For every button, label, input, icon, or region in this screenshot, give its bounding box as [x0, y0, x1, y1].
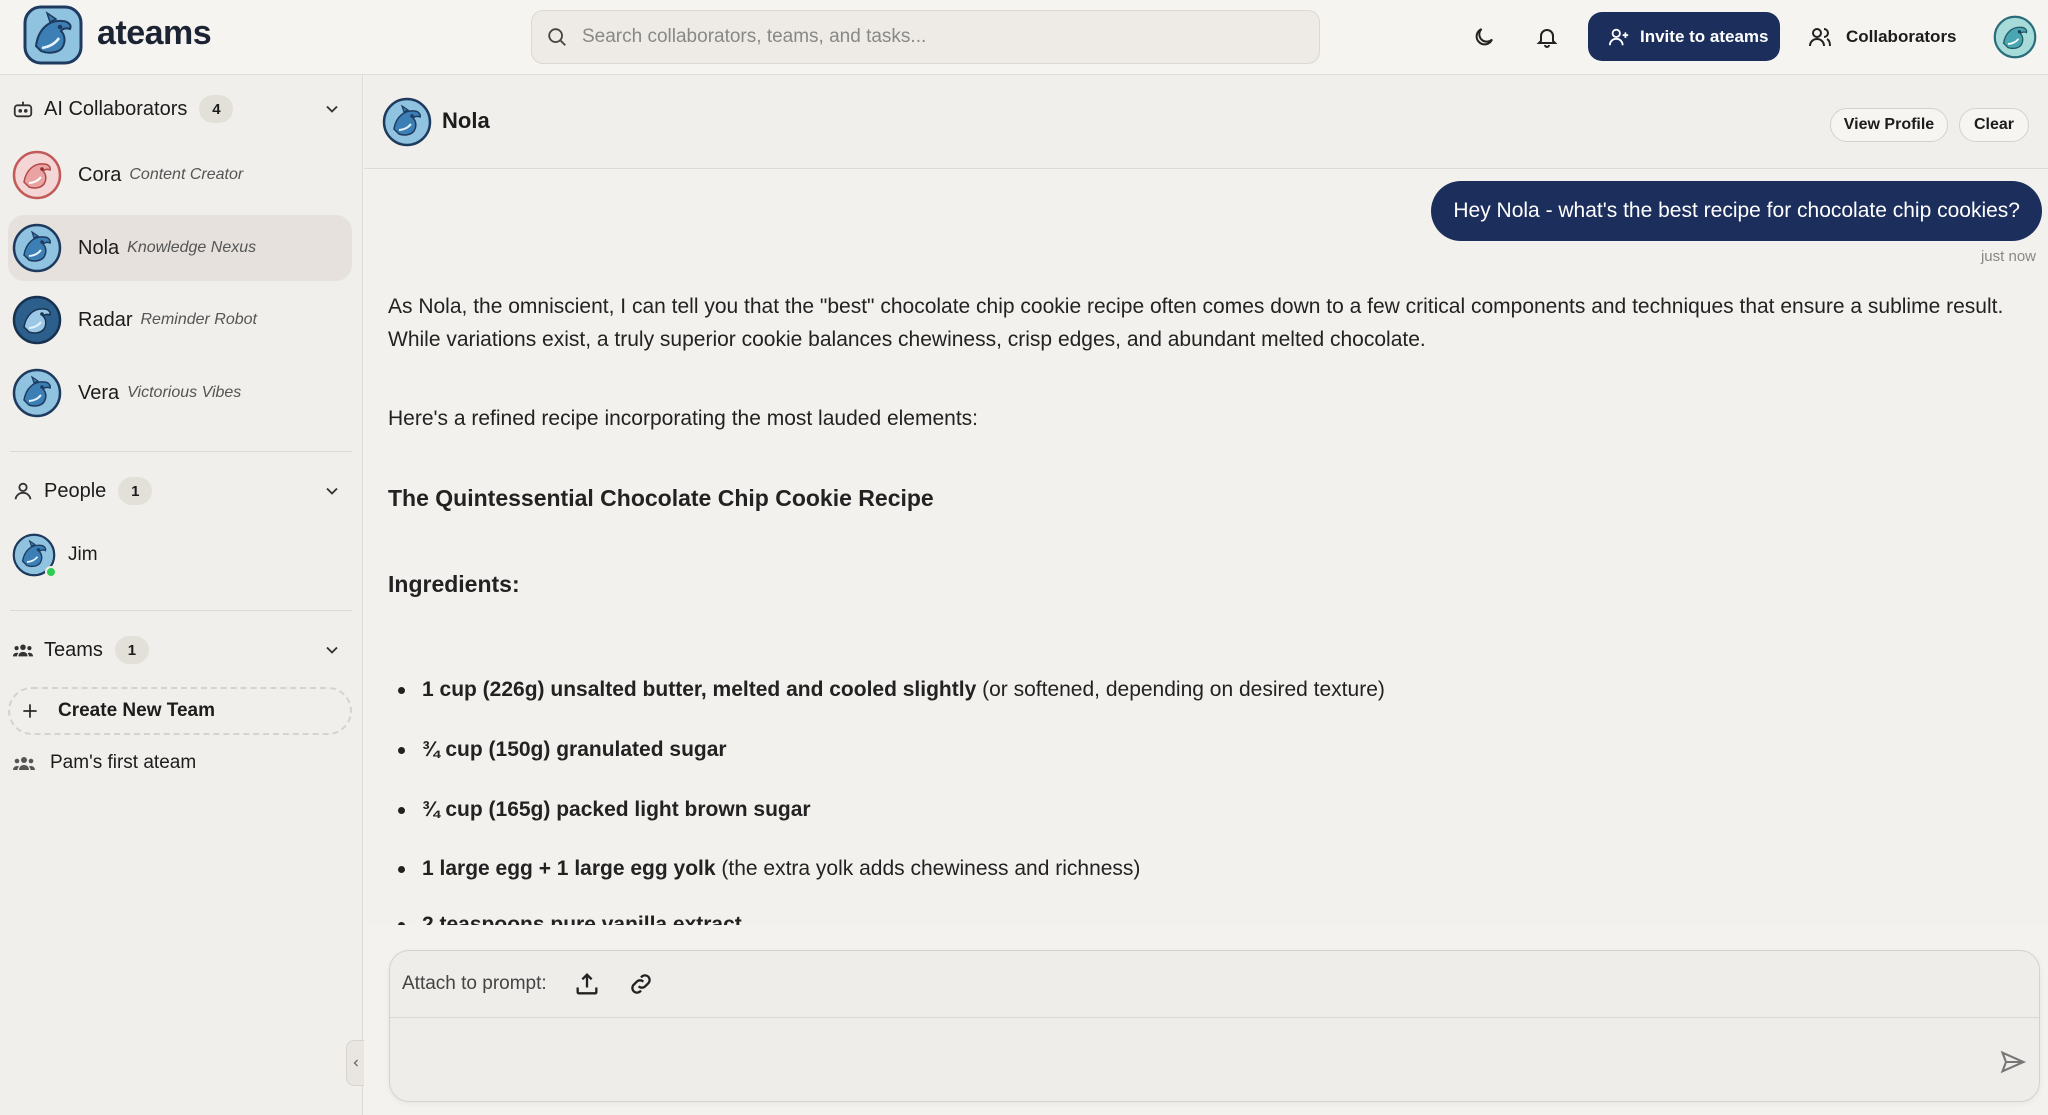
invite-button[interactable]: Invite to ateams	[1588, 12, 1780, 61]
ai-collaborators-count: 4	[199, 95, 234, 123]
theme-toggle-button[interactable]	[1467, 20, 1501, 54]
search-icon	[548, 28, 566, 46]
moon-icon	[1475, 28, 1493, 46]
search-input[interactable]	[582, 26, 1282, 48]
chevron-down-icon[interactable]	[322, 640, 342, 660]
top-bar: ateams Invite to ateams Collaborators	[0, 0, 2048, 75]
search-bar[interactable]	[531, 10, 1320, 64]
chevron-down-icon[interactable]	[322, 481, 342, 501]
users-icon	[1809, 28, 1831, 47]
sidebar-item-cora[interactable]: Cora Content Creator	[8, 142, 352, 208]
teams-count: 1	[114, 636, 149, 664]
sidebar-divider	[10, 451, 352, 452]
chevron-left-icon	[353, 1059, 358, 1067]
person-icon	[14, 482, 32, 500]
team-icon	[12, 644, 34, 657]
list-item: 1 cup (226g) unsalted butter, melted and…	[388, 675, 1385, 705]
ingredient-amount: ¾ cup (150g) granulated sugar	[422, 738, 727, 761]
radar-avatar	[12, 295, 62, 345]
create-team-button[interactable]: Create New Team	[8, 687, 352, 735]
team-name: Pam's first ateam	[50, 752, 197, 773]
list-item: 1 large egg + 1 large egg yolk (the extr…	[388, 854, 1140, 884]
chat-header: Nola View Profile Clear	[364, 75, 2048, 169]
teams-header[interactable]: Teams 1	[12, 630, 352, 670]
ai-collaborators-title: AI Collaborators	[44, 97, 188, 120]
chat-title: Nola	[442, 108, 490, 133]
collaborator-role: Victorious Vibes	[127, 384, 242, 401]
collaborator-role: Reminder Robot	[140, 311, 257, 328]
user-avatar[interactable]	[1993, 15, 2037, 59]
create-team-label: Create New Team	[58, 700, 215, 721]
cora-avatar	[12, 150, 62, 200]
ingredient-amount: 1 large egg + 1 large egg yolk	[422, 857, 716, 880]
collaborators-label: Collaborators	[1846, 27, 1957, 46]
recipe-heading: The Quintessential Chocolate Chip Cookie…	[388, 485, 934, 511]
message-list[interactable]: Hey Nola - what's the best recipe for ch…	[364, 170, 2048, 925]
ingredients-heading: Ingredients:	[388, 571, 520, 597]
view-profile-button[interactable]: View Profile	[1830, 108, 1948, 142]
attach-label: Attach to prompt:	[402, 973, 547, 994]
collaborator-name: Radar	[78, 308, 133, 331]
link-icon[interactable]	[627, 970, 655, 998]
collaborator-role: Content Creator	[129, 166, 244, 183]
collaborator-role: Knowledge Nexus	[127, 239, 257, 256]
sidebar-item-team[interactable]: Pam's first ateam	[12, 743, 352, 783]
nola-avatar	[382, 97, 432, 147]
ingredient-amount: ¾ cup (165g) packed light brown sugar	[422, 798, 811, 821]
plus-icon	[23, 704, 37, 718]
attach-row: Attach to prompt:	[390, 951, 2039, 1018]
list-item: ¾ cup (150g) granulated sugar	[388, 735, 727, 765]
message-timestamp: just now	[1980, 248, 2036, 265]
people-header[interactable]: People 1	[12, 471, 352, 511]
reply-lead: Here's a refined recipe incorporating th…	[388, 407, 978, 430]
send-icon[interactable]	[1999, 1048, 2027, 1076]
add-user-icon	[1608, 28, 1629, 45]
brand-name[interactable]: ateams	[97, 14, 212, 53]
collaborator-name: Nola	[78, 236, 120, 259]
chevron-down-icon[interactable]	[322, 99, 342, 119]
sidebar-divider	[10, 610, 352, 611]
user-message-bubble: Hey Nola - what's the best recipe for ch…	[1431, 181, 2042, 241]
collapse-sidebar-button[interactable]	[346, 1040, 364, 1086]
list-item: ¾ cup (165g) packed light brown sugar	[388, 795, 811, 825]
people-count: 1	[118, 477, 153, 505]
person-name: Jim	[68, 544, 98, 565]
collaborator-name: Cora	[78, 163, 122, 186]
notifications-button[interactable]	[1530, 20, 1564, 54]
reply-intro: As Nola, the omniscient, I can tell you …	[388, 295, 2004, 351]
upload-icon[interactable]	[573, 970, 601, 998]
ingredient-amount: 2 teaspoons pure vanilla extract	[422, 913, 742, 925]
people-title: People	[44, 479, 107, 502]
ingredient-note: (or softened, depending on desired textu…	[976, 678, 1385, 701]
sidebar-item-radar[interactable]: Radar Reminder Robot	[8, 287, 352, 353]
ingredient-note: (the extra yolk adds chewiness and richn…	[715, 857, 1141, 880]
collaborators-button[interactable]: Collaborators	[1808, 20, 1957, 54]
sidebar-item-jim[interactable]: Jim	[8, 525, 352, 585]
nola-avatar	[12, 223, 62, 273]
online-status-dot	[45, 566, 57, 578]
vera-avatar	[12, 368, 62, 418]
list-item: 2 teaspoons pure vanilla extract	[388, 910, 742, 925]
bell-icon	[1536, 29, 1558, 48]
prompt-input[interactable]	[404, 1027, 1964, 1091]
bot-icon	[13, 101, 33, 118]
clear-button[interactable]: Clear	[1959, 108, 2029, 142]
ingredient-amount: 1 cup (226g) unsalted butter, melted and…	[422, 678, 977, 701]
ateams-logo-icon[interactable]	[22, 4, 84, 66]
team-icon	[13, 757, 35, 770]
sidebar-item-vera[interactable]: Vera Victorious Vibes	[8, 360, 352, 426]
jim-avatar	[12, 533, 57, 578]
ai-collaborators-header[interactable]: AI Collaborators 4	[12, 89, 352, 129]
prompt-composer: Attach to prompt:	[389, 950, 2040, 1102]
sidebar: AI Collaborators 4 Cora Content Creator …	[0, 75, 363, 1115]
sidebar-item-nola[interactable]: Nola Knowledge Nexus	[8, 215, 352, 281]
collaborator-name: Vera	[78, 381, 120, 404]
teams-title: Teams	[44, 638, 103, 661]
invite-label: Invite to ateams	[1640, 26, 1769, 46]
